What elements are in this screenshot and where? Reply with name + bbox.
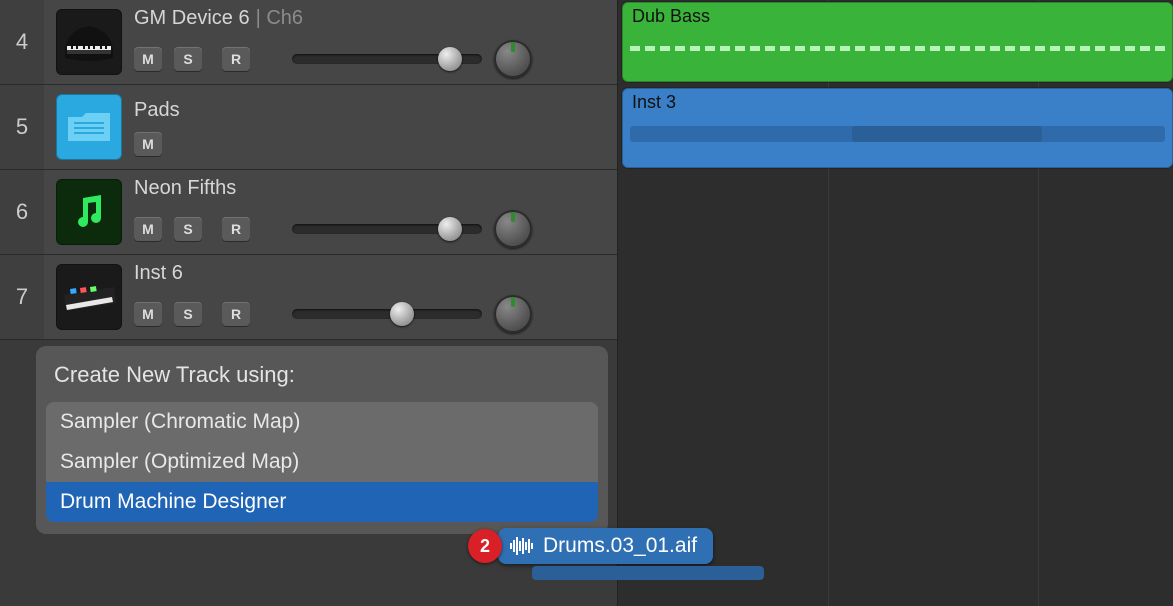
track-name[interactable]: Inst 6	[134, 262, 183, 285]
arrange-area[interactable]: Dub Bass Inst 3	[618, 0, 1173, 606]
solo-button[interactable]: S	[174, 47, 202, 71]
track-row[interactable]: 6 Neon Fifths M S R	[0, 170, 617, 255]
drag-file-name: Drums.03_01.aif	[543, 534, 697, 558]
popup-option-list: Sampler (Chromatic Map) Sampler (Optimiz…	[46, 402, 598, 522]
synth-keyboard-icon	[60, 277, 118, 317]
track-number: 4	[0, 0, 44, 84]
record-button[interactable]: R	[222, 302, 250, 326]
track-number: 5	[0, 85, 44, 169]
track-channel: | Ch6	[256, 7, 303, 30]
drag-count-badge: 2	[468, 529, 502, 563]
drag-stack-shadow	[532, 566, 764, 580]
region-inst3[interactable]: Inst 3	[622, 88, 1173, 168]
region-label: Dub Bass	[632, 6, 710, 26]
drag-file-chip: Drums.03_01.aif	[498, 528, 713, 564]
pan-knob[interactable]	[494, 210, 532, 248]
popup-item-sampler-chromatic[interactable]: Sampler (Chromatic Map)	[46, 402, 598, 442]
midi-notes-icon	[630, 46, 1165, 51]
popup-item-sampler-optimized[interactable]: Sampler (Optimized Map)	[46, 442, 598, 482]
solo-button[interactable]: S	[174, 217, 202, 241]
waveform-icon	[510, 537, 533, 555]
track-icon-cell[interactable]	[44, 0, 134, 84]
track-name[interactable]: Pads	[134, 99, 180, 122]
drag-file-indicator[interactable]: 2 Drums.03_01.aif	[468, 528, 713, 564]
mute-button[interactable]: M	[134, 302, 162, 326]
pan-knob[interactable]	[494, 295, 532, 333]
popup-item-drum-machine-designer[interactable]: Drum Machine Designer	[46, 482, 598, 522]
mute-button[interactable]: M	[134, 217, 162, 241]
track-name[interactable]: GM Device 6	[134, 7, 250, 30]
music-note-icon	[69, 192, 109, 232]
track-number: 6	[0, 170, 44, 254]
track-number: 7	[0, 255, 44, 339]
track-icon-cell[interactable]	[44, 170, 134, 254]
volume-slider[interactable]	[292, 54, 482, 64]
track-name[interactable]: Neon Fifths	[134, 177, 236, 200]
mute-button[interactable]: M	[134, 132, 162, 156]
mute-button[interactable]: M	[134, 47, 162, 71]
track-row[interactable]: 5 Pads	[0, 85, 617, 170]
track-row[interactable]: 4 GM	[0, 0, 617, 85]
record-button[interactable]: R	[222, 47, 250, 71]
volume-slider[interactable]	[292, 224, 482, 234]
solo-button[interactable]: S	[174, 302, 202, 326]
pan-knob[interactable]	[494, 40, 532, 78]
region-label: Inst 3	[632, 92, 676, 112]
piano-icon	[61, 20, 117, 64]
create-track-popup: Create New Track using: Sampler (Chromat…	[36, 346, 608, 534]
midi-notes-icon	[852, 126, 1042, 142]
volume-slider[interactable]	[292, 309, 482, 319]
folder-icon	[66, 109, 112, 145]
popup-title: Create New Track using:	[36, 358, 608, 394]
track-row[interactable]: 7 Inst 6	[0, 255, 617, 340]
track-icon-cell[interactable]	[44, 255, 134, 339]
track-icon-cell[interactable]	[44, 85, 134, 169]
region-dub-bass[interactable]: Dub Bass	[622, 2, 1173, 82]
record-button[interactable]: R	[222, 217, 250, 241]
